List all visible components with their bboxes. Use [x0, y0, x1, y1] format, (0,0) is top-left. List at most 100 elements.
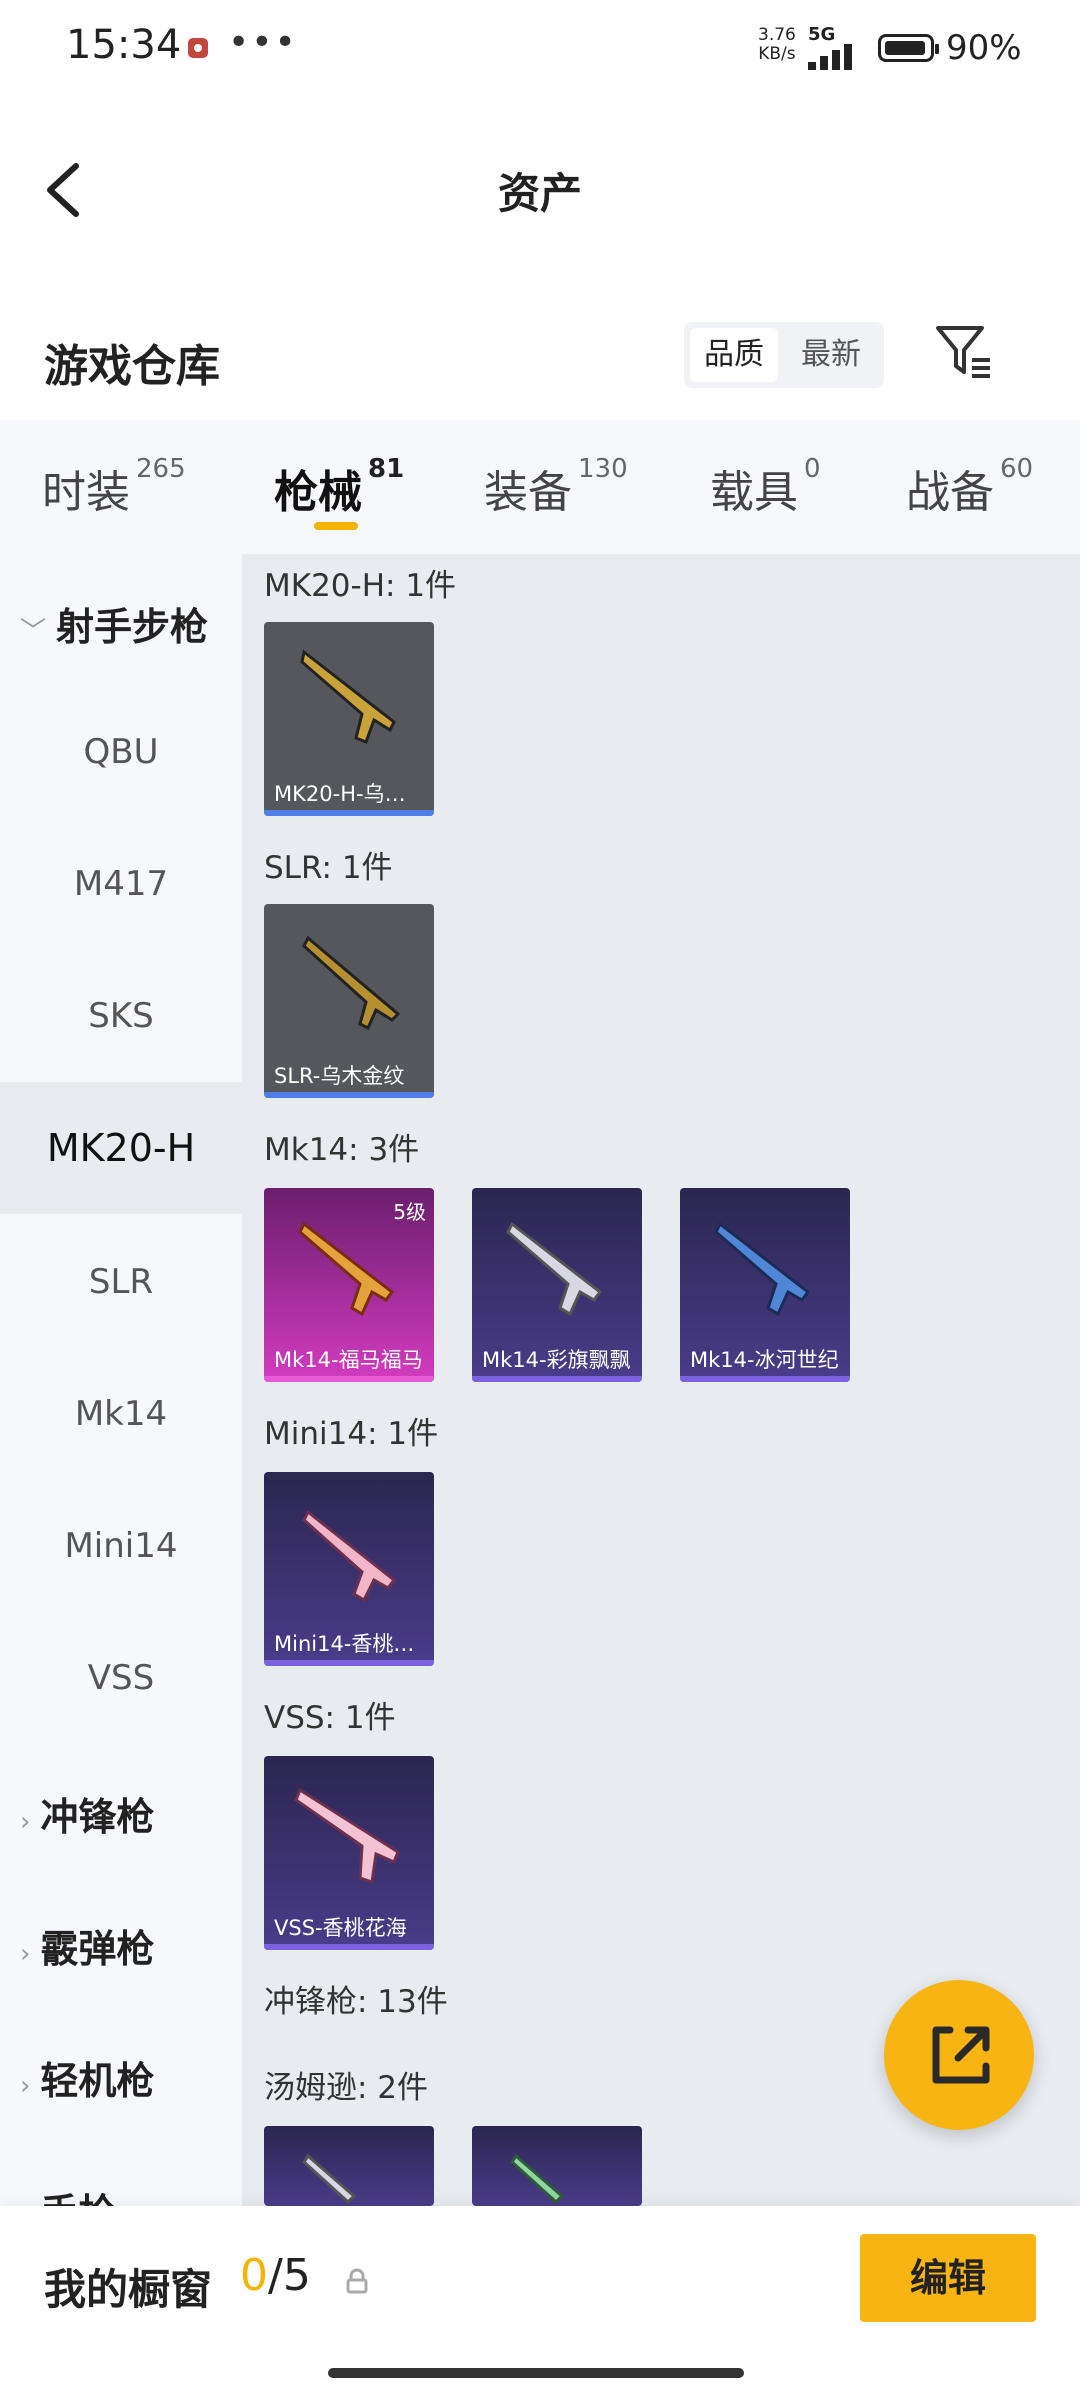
rifle-icon [506, 1221, 603, 1317]
item-card[interactable]: SLR-乌木金纹 [264, 904, 434, 1098]
rifle-icon [300, 649, 396, 744]
chevron-right-icon: › [20, 2071, 31, 2101]
net-speed-value: 3.76 [758, 25, 796, 45]
item-name: SLR-乌木金纹 [274, 1064, 405, 1088]
rarity-bar [472, 1376, 642, 1382]
my-window-label: 我的橱窗 [44, 2265, 213, 2314]
sidebar-item-mk20h[interactable]: MK20-H [0, 1126, 242, 1170]
chevron-down-icon: ﹀ [20, 617, 47, 647]
item-card[interactable]: Mini14-香桃花海 [264, 1472, 434, 1666]
sidebar-item-mini14[interactable]: Mini14 [0, 1526, 242, 1566]
sidebar-item-mk14[interactable]: Mk14 [0, 1394, 242, 1434]
sidebar-group-lmg[interactable]: › 轻机枪 [20, 2050, 154, 2105]
rarity-bar [264, 1944, 434, 1950]
item-name: Mk14-彩旗飘飘 [482, 1348, 631, 1372]
screen-record-icon [188, 38, 208, 58]
item-card[interactable]: VSS-香桃花海 [264, 1756, 434, 1950]
rarity-bar [264, 1660, 434, 1666]
level-badge: 5级 [393, 1200, 426, 1224]
warehouse-title: 游戏仓库 [44, 341, 220, 392]
sidebar-group-dmr[interactable]: ﹀ 射手步枪 [20, 596, 208, 651]
tab-label: 时装 [42, 467, 130, 518]
battery-percent: 90% [946, 28, 1022, 68]
tab-label: 载具 [710, 467, 798, 518]
sidebar-group-label: 射手步枪 [56, 605, 209, 649]
network-type: 5G [808, 24, 836, 45]
filter-icon[interactable] [934, 322, 994, 382]
window-used-count: 0 [240, 2250, 268, 2301]
tab-count: 0 [804, 454, 821, 484]
sidebar-item-sks[interactable]: SKS [0, 996, 242, 1036]
window-total-count: /5 [268, 2250, 311, 2301]
sidebar-item-slr[interactable]: SLR [0, 1262, 242, 1302]
battery-icon [878, 34, 939, 62]
item-card[interactable]: Mk14-彩旗飘飘 [472, 1188, 642, 1382]
item-card[interactable] [264, 2126, 434, 2206]
rifle-icon [302, 1509, 397, 1603]
sidebar-group-label: 轻机枪 [40, 2059, 155, 2103]
tab-guns[interactable]: 枪械 81 [274, 454, 405, 520]
tab-count: 60 [1000, 454, 1034, 484]
sort-newest-button[interactable]: 最新 [784, 328, 878, 382]
rarity-bar [680, 1376, 850, 1382]
sidebar-group-label: 霰弹枪 [40, 1927, 155, 1971]
more-notifications-icon: ••• [228, 22, 298, 63]
sidebar-group-shotgun[interactable]: › 霰弹枪 [20, 1918, 154, 1973]
item-card[interactable]: 5级 Mk14-福马福马 [264, 1188, 434, 1382]
share-button[interactable] [884, 1980, 1034, 2130]
tab-label: 枪械 [274, 467, 362, 518]
chevron-right-icon: › [20, 1939, 31, 1969]
lock-icon [346, 2268, 368, 2294]
item-card[interactable]: MK20-H-乌木金纹 [264, 622, 434, 816]
item-name: VSS-香桃花海 [274, 1916, 407, 1940]
section-title-slr: SLR: 1件 [264, 850, 393, 886]
item-card[interactable]: Mk14-冰河世纪 [680, 1188, 850, 1382]
share-icon [932, 2026, 990, 2084]
sidebar-item-qbu[interactable]: QBU [0, 732, 242, 772]
sort-quality-button[interactable]: 品质 [690, 328, 778, 382]
rarity-bar [264, 1092, 434, 1098]
sidebar-item-vss[interactable]: VSS [0, 1658, 242, 1698]
item-name: Mk14-冰河世纪 [690, 1348, 839, 1372]
item-name: MK20-H-乌木金纹 [274, 782, 434, 806]
tab-vehicles[interactable]: 载具 0 [710, 454, 821, 520]
item-name: Mk14-福马福马 [274, 1348, 423, 1372]
net-speed-unit: KB/s [758, 44, 796, 64]
window-count: 0/5 [240, 2250, 311, 2301]
status-bar: 15:34 ••• 3.76 KB/s 5G 90% [0, 0, 1080, 100]
rarity-bar [264, 1376, 434, 1382]
section-title-mk20h: MK20-H: 1件 [264, 568, 457, 604]
sidebar-item-m417[interactable]: M417 [0, 864, 242, 904]
item-card[interactable] [472, 2126, 642, 2206]
sidebar-group-smg[interactable]: › 冲锋枪 [20, 1786, 154, 1841]
section-title-mk14: Mk14: 3件 [264, 1132, 420, 1168]
chevron-right-icon: › [20, 1807, 31, 1837]
section-title-mini14: Mini14: 1件 [264, 1416, 439, 1452]
tab-equipment[interactable]: 装备 130 [484, 454, 628, 520]
section-title-tommy: 汤姆逊: 2件 [264, 2070, 429, 2106]
tab-count: 81 [368, 454, 405, 484]
sort-toggle: 品质 最新 [684, 322, 884, 388]
rarity-bar [264, 810, 434, 816]
home-indicator[interactable] [328, 2368, 744, 2378]
page-title: 资产 [497, 169, 582, 218]
tab-label: 战备 [906, 467, 994, 518]
item-name: Mini14-香桃花海 [274, 1632, 434, 1656]
rifle-icon [714, 1221, 811, 1317]
tab-label: 装备 [484, 467, 572, 518]
net-speed: 3.76 KB/s [758, 26, 796, 64]
tab-supplies[interactable]: 战备 60 [906, 454, 1034, 520]
signal-icon [808, 44, 852, 70]
edit-button[interactable]: 编辑 [860, 2234, 1036, 2322]
active-tab-indicator [314, 522, 358, 530]
section-title-smg: 冲锋枪: 13件 [264, 1984, 448, 2020]
tab-count: 130 [578, 454, 628, 484]
tab-count: 265 [136, 454, 186, 484]
section-title-vss: VSS: 1件 [264, 1700, 396, 1736]
sidebar-group-label: 冲锋枪 [40, 1795, 155, 1839]
tab-fashion[interactable]: 时装 265 [42, 454, 186, 520]
status-time: 15:34 [66, 22, 182, 68]
rifle-icon [510, 2153, 565, 2205]
rifle-icon [294, 1787, 400, 1884]
rifle-icon [302, 2153, 357, 2205]
